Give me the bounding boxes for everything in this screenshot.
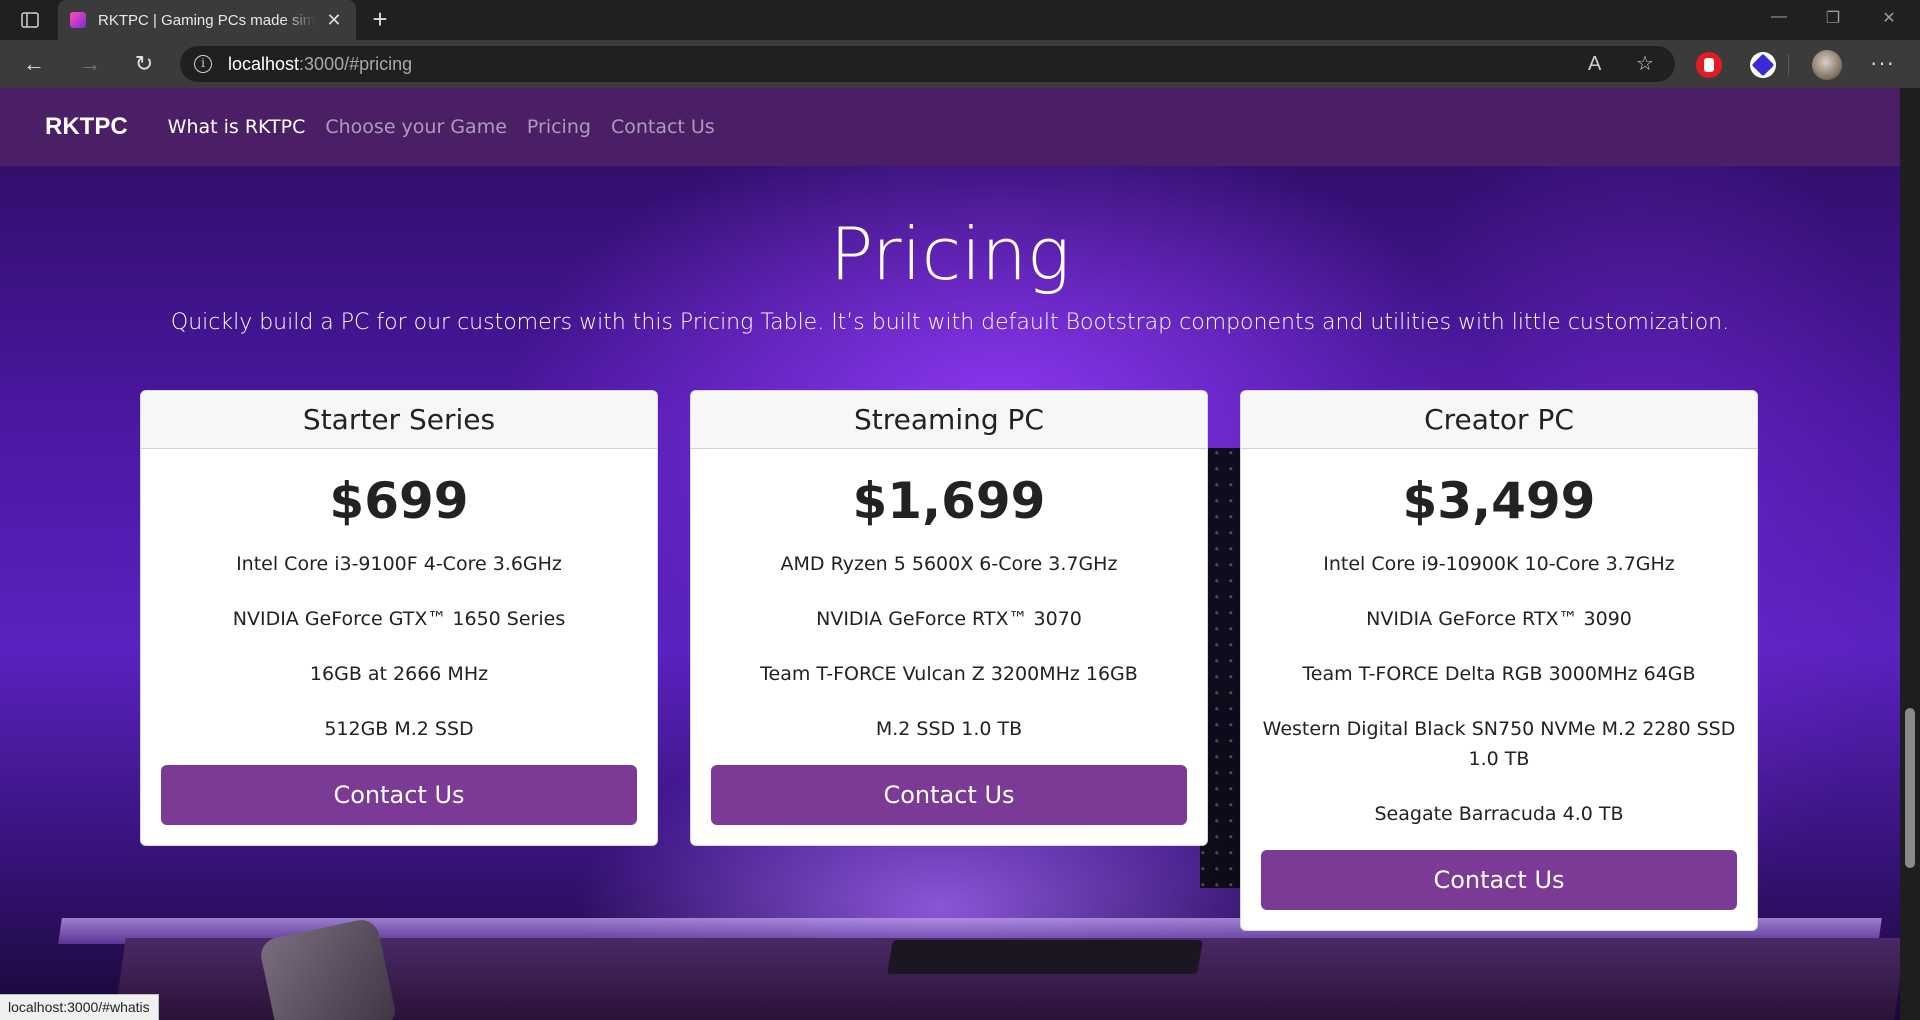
feature-item: Team T-FORCE Vulcan Z 3200MHz 16GB [760, 663, 1138, 685]
scrollbar-thumb[interactable] [1905, 708, 1915, 868]
toolbar-divider [1788, 54, 1789, 76]
forward-arrow-icon[interactable]: → [76, 52, 104, 76]
url-field[interactable]: i localhost :3000/#pricing A ☆ [180, 46, 1675, 82]
nav-link-choose-game[interactable]: Choose your Game [325, 116, 507, 138]
feature-item: 512GB M.2 SSD [324, 718, 474, 740]
site-favicon-icon [70, 12, 86, 28]
pricing-card-streaming: Streaming PC $1,699 AMD Ryzen 5 5600X 6-… [690, 390, 1208, 846]
contact-us-button[interactable]: Contact Us [161, 765, 637, 825]
background-keyboard [887, 940, 1203, 974]
brand-logo[interactable]: RKTPC [45, 113, 128, 141]
feature-item: NVIDIA GeForce GTX™ 1650 Series [232, 608, 566, 630]
feature-item: Team T-FORCE Delta RGB 3000MHz 64GB [1302, 663, 1696, 685]
contact-us-button[interactable]: Contact Us [1261, 850, 1737, 910]
back-arrow-icon[interactable]: ← [20, 52, 48, 76]
plan-price: $699 [329, 472, 469, 530]
new-tab-button[interactable]: + [366, 6, 394, 34]
url-path: :3000/#pricing [299, 53, 413, 74]
nav-link-pricing[interactable]: Pricing [527, 116, 591, 138]
restore-icon[interactable]: ❐ [1818, 8, 1848, 28]
address-bar: ← → ↻ i localhost :3000/#pricing A ☆ ··· [0, 40, 1920, 88]
page-viewport: RKTPC What is RKTPC Choose your Game Pri… [0, 88, 1900, 1020]
feature-list: Intel Core i9-10900K 10-Core 3.7GHz NVID… [1261, 549, 1737, 829]
pricing-lead-text: Quickly build a PC for our customers wit… [170, 310, 1730, 335]
extension-adblock-icon[interactable] [1696, 52, 1722, 78]
plan-name: Streaming PC [691, 391, 1207, 449]
minimize-icon[interactable]: — [1764, 8, 1794, 26]
feature-item: Western Digital Black SN750 NVMe M.2 228… [1262, 718, 1736, 770]
site-navbar: RKTPC What is RKTPC Choose your Game Pri… [0, 88, 1900, 166]
feature-item: NVIDIA GeForce RTX™ 3090 [1366, 608, 1632, 630]
favorites-star-icon[interactable]: ☆ [1636, 52, 1654, 76]
feature-item: Intel Core i3-9100F 4-Core 3.6GHz [236, 553, 562, 575]
refresh-icon[interactable]: ↻ [130, 52, 158, 76]
feature-item: 16GB at 2666 MHz [309, 663, 489, 685]
close-tab-icon[interactable]: ✕ [324, 10, 344, 31]
feature-list: Intel Core i3-9100F 4-Core 3.6GHz NVIDIA… [161, 549, 637, 744]
extension-diamond-icon[interactable] [1750, 52, 1776, 78]
plan-name: Creator PC [1241, 391, 1757, 449]
plan-price: $1,699 [852, 472, 1046, 530]
site-info-icon[interactable]: i [194, 55, 212, 73]
pricing-card-starter: Starter Series $699 Intel Core i3-9100F … [140, 390, 658, 846]
nav-link-contact[interactable]: Contact Us [611, 116, 715, 138]
tab-title: RKTPC | Gaming PCs made simple [98, 11, 316, 29]
url-host: localhost [228, 53, 300, 74]
contact-us-button[interactable]: Contact Us [711, 765, 1187, 825]
feature-item: Intel Core i9-10900K 10-Core 3.7GHz [1323, 553, 1675, 575]
more-menu-icon[interactable]: ··· [1870, 50, 1895, 76]
feature-list: AMD Ryzen 5 5600X 6-Core 3.7GHz NVIDIA G… [711, 549, 1187, 744]
page-title: Pricing [829, 212, 1071, 296]
feature-item: NVIDIA GeForce RTX™ 3070 [816, 608, 1082, 630]
browser-tab[interactable]: RKTPC | Gaming PCs made simple ✕ [58, 0, 356, 40]
browser-tab-bar: RKTPC | Gaming PCs made simple ✕ + — ❐ ✕ [0, 0, 1920, 40]
page-scrollbar[interactable] [1900, 88, 1920, 1020]
tab-actions-icon[interactable] [16, 8, 44, 32]
plan-price: $3,499 [1402, 472, 1596, 530]
link-status-bar: localhost:3000/#whatis [0, 994, 159, 1020]
plan-name: Starter Series [141, 391, 657, 449]
feature-item: AMD Ryzen 5 5600X 6-Core 3.7GHz [780, 553, 1118, 575]
read-aloud-icon[interactable]: A [1588, 52, 1601, 76]
pricing-card-creator: Creator PC $3,499 Intel Core i9-10900K 1… [1240, 390, 1758, 931]
feature-item: Seagate Barracuda 4.0 TB [1374, 803, 1624, 825]
nav-link-what-is[interactable]: What is RKTPC [168, 116, 306, 138]
feature-item: M.2 SSD 1.0 TB [875, 718, 1023, 740]
close-window-icon[interactable]: ✕ [1874, 8, 1904, 28]
profile-avatar[interactable] [1812, 50, 1842, 80]
